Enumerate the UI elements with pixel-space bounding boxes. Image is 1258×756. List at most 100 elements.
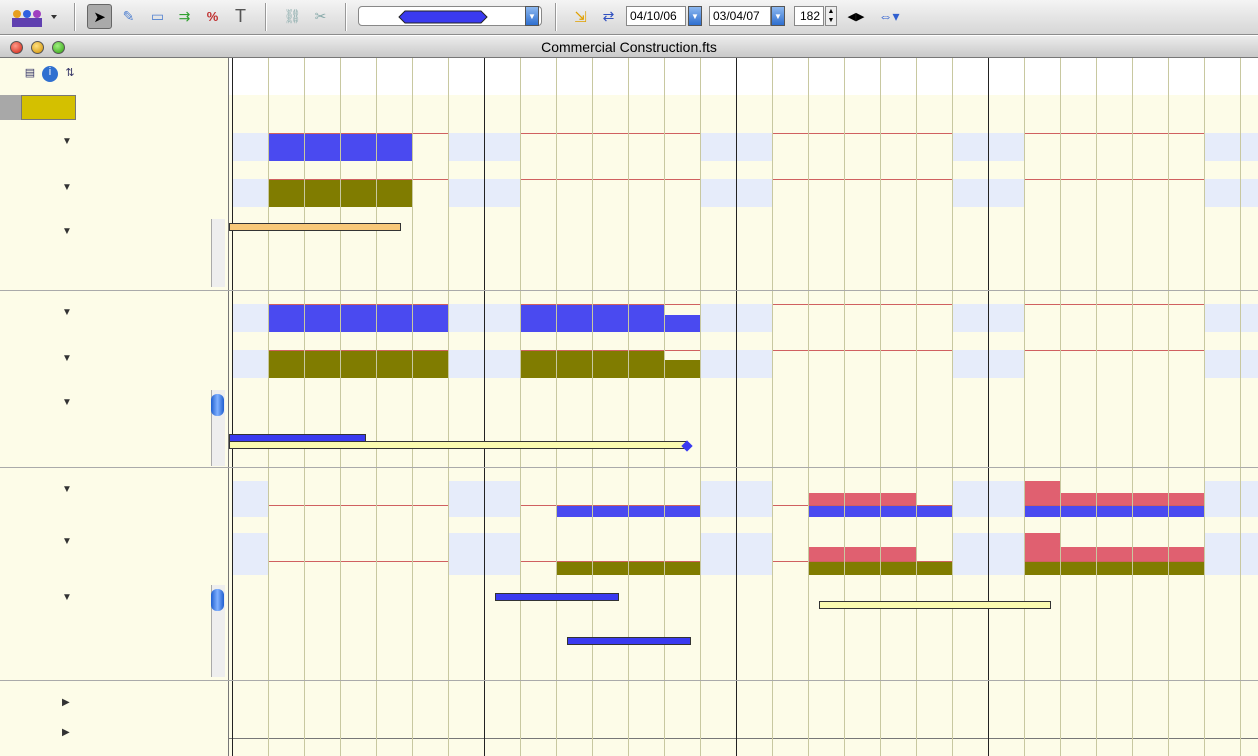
collapse-triangle-icon[interactable]: ▼ xyxy=(62,397,72,408)
end-date-dropdown[interactable]: ▼ xyxy=(771,6,785,26)
day-gridline xyxy=(232,58,233,756)
info-icon[interactable]: i xyxy=(42,66,58,82)
chevron-down-icon: ▼ xyxy=(525,6,539,26)
weekend-shade xyxy=(989,133,1024,161)
weekend-shade xyxy=(989,533,1024,575)
capacity-line xyxy=(1133,304,1168,305)
capacity-line xyxy=(377,350,412,351)
scroll-thumb[interactable] xyxy=(211,589,224,611)
print-icon[interactable]: ▤ xyxy=(22,66,38,82)
hourly-usage-bar xyxy=(665,561,700,575)
import-button[interactable]: ⇲ xyxy=(568,4,593,29)
overallocation-bar xyxy=(1133,547,1168,561)
capacity-line xyxy=(809,304,844,305)
task-bar-concrete-piles[interactable] xyxy=(567,637,691,645)
day-gridline xyxy=(772,58,773,756)
hourly-usage-bar xyxy=(341,350,376,378)
collapse-triangle-icon[interactable]: ▼ xyxy=(62,226,72,237)
link-tool-button[interactable]: ▭ xyxy=(145,4,170,29)
hourly-usage-bar xyxy=(881,561,916,575)
weekend-shade xyxy=(449,133,484,161)
collapse-triangle-icon[interactable]: ▼ xyxy=(62,484,72,495)
selected-row-marker xyxy=(21,95,76,120)
capacity-line xyxy=(629,133,664,134)
percent-usage-bar xyxy=(521,304,556,332)
collapse-triangle-icon[interactable]: ▼ xyxy=(62,136,72,147)
capacity-line xyxy=(917,505,952,506)
hourly-usage-bar xyxy=(1097,561,1132,575)
start-date-dropdown[interactable]: ▼ xyxy=(688,6,702,26)
percent-usage-bar xyxy=(269,304,304,332)
date-range-button[interactable]: ⇄ xyxy=(596,4,621,29)
percent-usage-bar xyxy=(557,505,592,517)
overallocation-bar xyxy=(809,547,844,561)
expand-triangle-icon[interactable]: ▶ xyxy=(62,727,70,738)
capacity-line xyxy=(521,304,556,305)
capacity-line xyxy=(917,304,952,305)
percent-usage-bar xyxy=(1133,505,1168,517)
select-tool-button[interactable]: ➤ xyxy=(87,4,112,29)
collapse-triangle-icon[interactable]: ▼ xyxy=(62,307,72,318)
days-stepper[interactable]: ▲ ▼ xyxy=(825,6,837,26)
date-range-icon: ⇄ xyxy=(602,8,615,24)
weekend-shade xyxy=(701,133,736,161)
task-bar-spread-footings[interactable] xyxy=(495,593,619,601)
task-bar-terrassement[interactable] xyxy=(229,441,687,449)
bar-style-preview-icon xyxy=(398,10,488,24)
bar-style-select[interactable]: ▼ xyxy=(358,6,542,26)
capacity-line xyxy=(809,133,844,134)
day-gridline xyxy=(448,58,449,756)
capacity-line xyxy=(341,505,376,506)
start-date-field[interactable]: 04/10/06 xyxy=(626,6,686,26)
day-gridline xyxy=(1096,58,1097,756)
scroll-thumb[interactable] xyxy=(211,394,224,416)
weekend-shade xyxy=(953,133,988,161)
weekend-shade xyxy=(953,481,988,517)
percent-usage-bar xyxy=(593,505,628,517)
end-date-field[interactable]: 03/04/07 xyxy=(709,6,771,26)
capacity-line xyxy=(521,350,556,351)
capacity-line xyxy=(665,350,700,351)
collapse-triangle-icon[interactable]: ▼ xyxy=(62,353,72,364)
collapse-triangle-icon[interactable]: ▼ xyxy=(62,182,72,193)
percent-usage-bar xyxy=(305,133,340,161)
collapse-triangle-icon[interactable]: ▼ xyxy=(62,592,72,603)
weekend-shade xyxy=(953,304,988,332)
expand-triangle-icon[interactable]: ▶ xyxy=(62,697,70,708)
scroll-arrows-button[interactable]: ◀▶ xyxy=(845,4,867,29)
overallocation-bar xyxy=(1061,493,1096,505)
link-button[interactable]: ⛓ xyxy=(280,4,305,29)
capacity-line xyxy=(1097,133,1132,134)
capacity-line xyxy=(521,179,556,180)
resources-menu-button[interactable] xyxy=(6,4,58,29)
weekend-shade xyxy=(1241,350,1258,378)
overallocation-bar xyxy=(1025,533,1060,561)
weekend-shade xyxy=(953,533,988,575)
collapse-triangle-icon[interactable]: ▼ xyxy=(62,536,72,547)
capacity-line xyxy=(557,133,592,134)
text-tool-button[interactable]: T xyxy=(228,4,253,29)
sort-icon[interactable]: ⇅ xyxy=(62,66,78,82)
task-list-scrollbar[interactable] xyxy=(211,219,225,287)
hourly-usage-bar xyxy=(557,561,592,575)
percent-tool-button[interactable]: % xyxy=(200,4,225,29)
day-gridline xyxy=(304,58,305,756)
zoom-menu-button[interactable]: ⇔▾ xyxy=(873,4,905,29)
days-field[interactable]: 182 xyxy=(794,6,824,26)
percent-usage-bar xyxy=(881,505,916,517)
move-tool-button[interactable]: ⇉ xyxy=(172,4,197,29)
task-bar-utilities[interactable] xyxy=(229,223,401,231)
capacity-line xyxy=(557,179,592,180)
capacity-line xyxy=(1061,505,1096,506)
task-bar-spread-footings-2[interactable] xyxy=(819,601,1051,609)
capacity-line xyxy=(341,133,376,134)
percent-usage-bar xyxy=(629,304,664,332)
capacity-line xyxy=(413,304,448,305)
weekend-shade xyxy=(449,533,484,575)
unlink-button[interactable]: ✂ xyxy=(308,4,333,29)
day-gridline xyxy=(664,58,665,756)
capacity-line xyxy=(665,304,700,305)
weekend-shade xyxy=(737,350,772,378)
capacity-line xyxy=(341,179,376,180)
draw-tool-button[interactable]: ✎ xyxy=(116,4,141,29)
